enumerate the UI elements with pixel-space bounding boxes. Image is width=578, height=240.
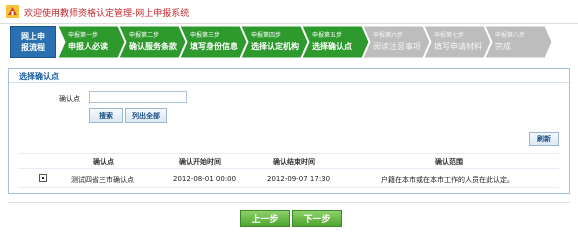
row-select-radio[interactable] bbox=[39, 174, 47, 182]
step-number: 申报第五步 bbox=[312, 32, 343, 39]
footer-divider bbox=[8, 202, 570, 203]
step-label: 填写申请材料 bbox=[434, 42, 482, 51]
column-header-name: 确认点 bbox=[93, 158, 114, 166]
column-header-start: 确认开始时间 bbox=[179, 158, 221, 166]
step-number: 申报第三步 bbox=[190, 32, 221, 39]
step-3: 申报第三步填写身份信息 bbox=[180, 26, 248, 58]
confirm-point-label: 确认点 bbox=[59, 95, 80, 103]
app-title: 欢迎使用教师资格认定管理-网上申报系统 bbox=[24, 9, 190, 19]
column-header-scope: 确认范围 bbox=[435, 158, 463, 166]
step-label: 完成 bbox=[495, 42, 511, 51]
step-label: 选择确认点 bbox=[312, 42, 352, 51]
step-number: 申报第四步 bbox=[251, 32, 282, 39]
table-top-line bbox=[19, 153, 559, 154]
panel-title: 选择确认点 bbox=[9, 69, 569, 83]
step-label: 确认服务条款 bbox=[129, 42, 177, 51]
table-bottom-line bbox=[19, 187, 559, 188]
step-6: 申报第六步阅读注意事项 bbox=[363, 26, 431, 58]
step-number: 申报第六步 bbox=[373, 32, 404, 39]
header-divider bbox=[19, 168, 559, 169]
row-name: 测试四省三市确认点 bbox=[71, 176, 134, 184]
confirm-point-input[interactable] bbox=[89, 91, 187, 103]
step-number: 申报第二步 bbox=[129, 32, 160, 39]
confirm-point-panel: 选择确认点 确认点 搜索 列出全部 刷新 确认点 确认开始时间 确认结束时间 确… bbox=[8, 68, 570, 194]
next-step-button[interactable]: 下一步 bbox=[292, 210, 342, 227]
step-label: 申报人必读 bbox=[68, 42, 108, 51]
current-process-line2: 报流程 bbox=[21, 43, 45, 52]
step-number: 申报第一步 bbox=[68, 32, 99, 39]
title-bar: 欢迎使用教师资格认定管理-网上申报系统 bbox=[0, 0, 578, 24]
prev-step-button[interactable]: 上一步 bbox=[240, 210, 290, 227]
step-number: 申报第七步 bbox=[434, 32, 465, 39]
current-process-line1: 网上申 bbox=[21, 32, 45, 41]
row-end-time: 2012-09-07 17:30 bbox=[267, 175, 331, 183]
step-2: 申报第二步确认服务条款 bbox=[119, 26, 187, 58]
row-scope: 户籍在本市或在本市工作的人员在此认定。 bbox=[381, 176, 514, 184]
step-1: 申报第一步申报人必读 bbox=[58, 26, 126, 58]
app-logo-icon bbox=[6, 5, 19, 18]
step-5: 申报第五步选择确认点 bbox=[302, 26, 370, 58]
step-7: 申报第七步填写申请材料 bbox=[424, 26, 492, 58]
row-start-time: 2012-08-01 00:00 bbox=[173, 175, 237, 183]
step-4: 申报第四步选择认定机构 bbox=[241, 26, 309, 58]
column-header-end: 确认结束时间 bbox=[273, 158, 315, 166]
step-label: 填写身份信息 bbox=[190, 42, 238, 51]
refresh-button[interactable]: 刷新 bbox=[529, 132, 559, 146]
current-process-label: 网上申 报流程 bbox=[10, 26, 56, 58]
step-number: 申报第八步 bbox=[495, 32, 526, 39]
step-label: 选择认定机构 bbox=[251, 42, 299, 51]
step-progress-bar: 网上申 报流程 申报第一步 申报人必读 申报第二步 确认服务条款 申报第三步 填写身份信息… bbox=[4, 26, 574, 60]
search-button[interactable]: 搜索 bbox=[89, 108, 123, 123]
list-all-button[interactable]: 列出全部 bbox=[125, 108, 167, 123]
step-8: 申报第八步 完成 bbox=[485, 26, 553, 58]
step-label: 阅读注意事项 bbox=[373, 42, 421, 51]
